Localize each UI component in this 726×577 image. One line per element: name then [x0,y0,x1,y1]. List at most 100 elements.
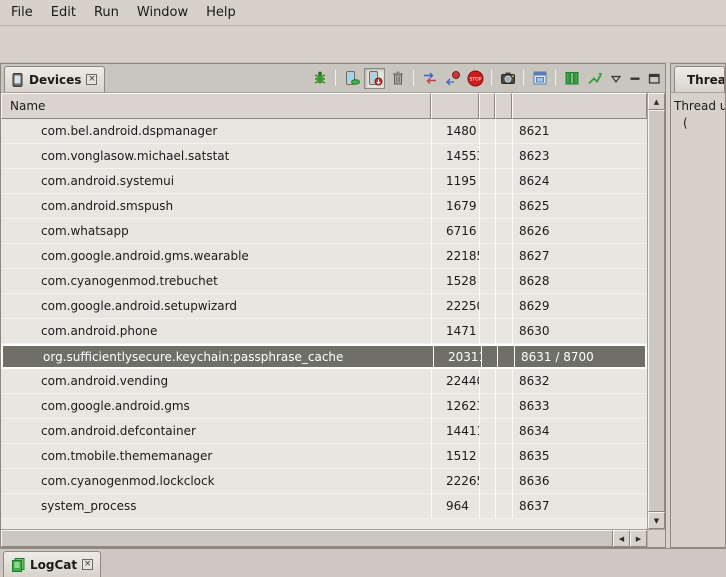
empty-cell [495,144,512,168]
menu-item[interactable]: Help [197,0,245,25]
process-name: org.sufficientlysecure.keychain:passphra… [3,346,433,367]
table-row[interactable]: com.android.defcontainer 14411 8634 [1,419,647,444]
tab-threads-label: Threa [687,73,725,87]
column-header-empty[interactable] [479,93,495,119]
table-row[interactable]: com.bel.android.dspmanager 1480 8621 [1,119,647,144]
devices-toolbar: STOP [309,68,665,89]
empty-cell [495,319,512,343]
table-row[interactable]: com.google.android.setupwizard 22250 862… [1,294,647,319]
debug-process-button[interactable] [309,68,330,89]
column-header-name[interactable]: Name [1,93,431,119]
table-row[interactable]: com.cyanogenmod.trebuchet 1528 8628 [1,269,647,294]
scroll-up-button[interactable]: ▲ [648,93,665,110]
device-icon [12,73,24,87]
scroll-down-button[interactable]: ▼ [648,512,665,529]
empty-cell [479,419,495,443]
process-pid: 22250 [431,294,479,318]
table-row[interactable]: com.whatsapp 6716 8626 [1,219,647,244]
stop-process-button[interactable]: STOP [465,68,486,89]
process-pid: 20311 [433,346,481,367]
process-port: 8635 [512,444,647,468]
scroll-right-button[interactable]: ▶ [630,530,647,547]
process-name: com.google.android.gms.wearable [1,244,431,268]
vertical-scroll-thumb[interactable] [648,110,665,512]
table-row[interactable]: com.tmobile.thememanager 1512 8635 [1,444,647,469]
tab-devices[interactable]: Devices × [4,66,105,92]
table-row[interactable]: com.google.android.gms 12623 8633 [1,394,647,419]
table-row[interactable]: com.cyanogenmod.lockclock 22265 8636 [1,469,647,494]
process-name: com.cyanogenmod.lockclock [1,469,431,493]
process-port: 8623 [512,144,647,168]
close-icon[interactable]: × [86,74,97,85]
method-profiling-icon [445,70,461,86]
update-threads-button[interactable] [419,68,440,89]
empty-cell [497,346,514,367]
process-port: 8634 [512,419,647,443]
menu-item[interactable]: Window [128,0,197,25]
process-pid: 1679 [431,194,479,218]
column-header-empty[interactable] [495,93,512,119]
hierarchy-view-button[interactable] [529,68,550,89]
table-filler [1,519,647,529]
process-name: com.cyanogenmod.trebuchet [1,269,431,293]
update-heap-button[interactable] [341,68,362,89]
scroll-left-button[interactable]: ◀ [613,530,630,547]
bug-icon [312,70,328,86]
process-port: 8636 [512,469,647,493]
empty-cell [479,319,495,343]
process-port: 8633 [512,394,647,418]
menu-item[interactable]: Edit [42,0,85,25]
column-header-port[interactable] [512,93,647,119]
process-pid: 964 [431,494,479,518]
table-row[interactable]: org.sufficientlysecure.keychain:passphra… [1,344,647,369]
arrow-left-icon: ◀ [619,535,624,543]
empty-cell [495,169,512,193]
table-row[interactable]: com.android.phone 1471 8630 [1,319,647,344]
horizontal-scroll-thumb[interactable] [1,530,613,547]
cause-gc-button[interactable] [387,68,408,89]
empty-cell [495,119,512,143]
maximize-button[interactable] [645,70,662,87]
column-header-pid[interactable] [431,93,479,119]
process-name: com.android.phone [1,319,431,343]
process-name: com.bel.android.dspmanager [1,119,431,143]
network-statistics-icon [587,70,603,86]
horizontal-scrollbar[interactable]: ◀ ▶ [1,530,647,547]
process-pid: 1471 [431,319,479,343]
update-heap-icon [344,70,360,86]
table-row[interactable]: com.android.vending 22440 8632 [1,369,647,394]
arrow-up-icon: ▲ [654,98,659,106]
process-name: com.android.vending [1,369,431,393]
empty-cell [495,444,512,468]
table-row[interactable]: com.vonglasow.michael.satstat 14553 8623 [1,144,647,169]
tab-logcat-label: LogCat [30,558,77,572]
dump-hprof-button[interactable] [364,68,385,89]
tab-threads[interactable]: Threa [674,66,725,92]
menu-item[interactable]: File [2,0,42,25]
devices-table-body: Name com.bel.android.dspmanager 1480 [1,93,665,529]
menu-bar: File Edit Run Window Help [0,0,726,26]
system-info-button[interactable] [561,68,582,89]
empty-cell [479,294,495,318]
view-menu-button[interactable] [607,70,624,87]
screen-capture-button[interactable] [497,68,518,89]
empty-cell [495,369,512,393]
vertical-scrollbar[interactable]: ▲ ▼ [647,93,665,529]
network-statistics-button[interactable] [584,68,605,89]
minimize-button[interactable] [626,70,643,87]
application-toolbar [0,26,726,63]
table-row[interactable]: system_process 964 8637 [1,494,647,519]
table-row[interactable]: com.android.systemui 1195 8624 [1,169,647,194]
start-method-profiling-button[interactable] [442,68,463,89]
empty-cell [479,144,495,168]
hierarchy-view-icon [532,70,548,86]
minimize-icon [628,72,642,85]
close-icon[interactable]: × [82,559,93,570]
menu-item[interactable]: Run [85,0,128,25]
tab-logcat[interactable]: LogCat × [3,551,101,577]
process-pid: 14411 [431,419,479,443]
table-row[interactable]: com.android.smspush 1679 8625 [1,194,647,219]
vertical-scroll-track[interactable] [648,110,665,512]
process-port: 8621 [512,119,647,143]
table-row[interactable]: com.google.android.gms.wearable 22185 86… [1,244,647,269]
